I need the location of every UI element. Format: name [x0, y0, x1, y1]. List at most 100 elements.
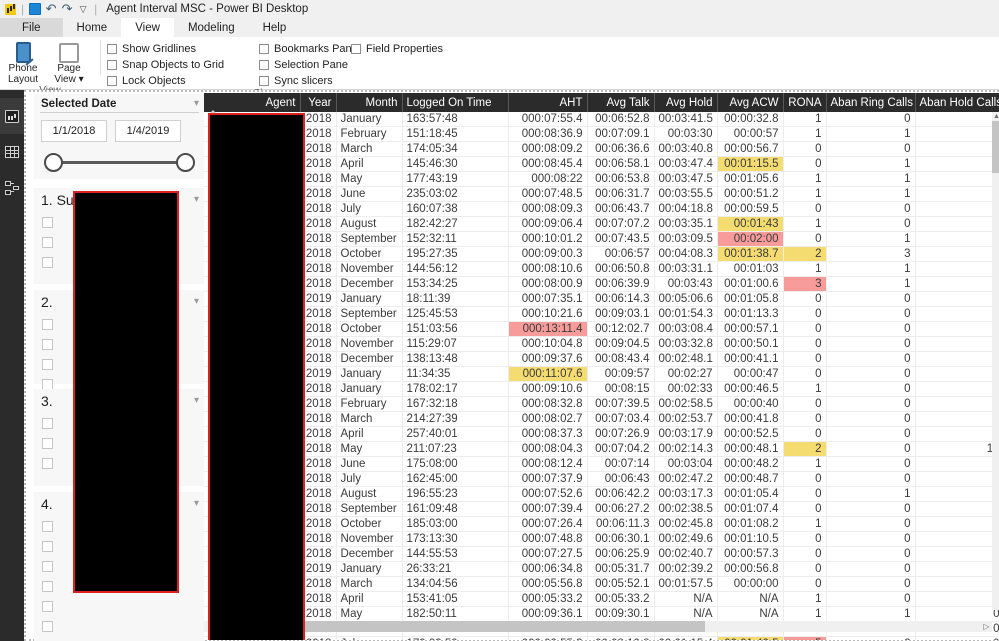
- date-end-input[interactable]: 1/4/2019: [115, 120, 181, 142]
- column-header-aban-ring-calls[interactable]: Aban Ring Calls: [826, 93, 916, 112]
- data-table[interactable]: Agent Year Month Logged On Time AHT Avg …: [204, 93, 999, 640]
- table-row[interactable]: 2018 April 145:46:30 000:08:45.4 00:06:58.1 0…: [204, 156, 999, 172]
- checkbox-box-icon[interactable]: [42, 358, 53, 370]
- list-item[interactable]: [34, 596, 205, 616]
- slicer-selected-date[interactable]: Selected Date ▾ 1/1/2018 1/4/2019: [34, 94, 205, 179]
- checkbox-box-icon[interactable]: [42, 338, 53, 350]
- table-row[interactable]: 2018 October 195:27:35 000:09:00.3 00:06:57 0…: [204, 246, 999, 262]
- table-row[interactable]: 2018 June 235:03:02 000:07:48.5 00:06:31.7 00…: [204, 186, 999, 202]
- horizontal-scrollbar[interactable]: [204, 621, 992, 632]
- checkbox-box-icon[interactable]: [107, 76, 117, 86]
- customize-qat-icon[interactable]: ▽: [75, 2, 91, 16]
- table-row[interactable]: 2018 December 138:13:48 000:09:37.6 00:08:43…: [204, 351, 999, 367]
- rail-item-report-view[interactable]: [0, 98, 24, 134]
- checkbox-selection-pane[interactable]: Selection Pane: [259, 58, 348, 72]
- table-row[interactable]: 2018 May 182:50:11 000:09:36.1 00:09:30.1 N/A…: [204, 606, 999, 622]
- table-row[interactable]: 2018 May 211:07:23 000:08:04.3 00:07:04.2 00:…: [204, 441, 999, 457]
- checkbox-box-icon[interactable]: [351, 44, 361, 54]
- table-row[interactable]: 2018 January 163:57:48 000:07:55.4 00:06:52.…: [204, 112, 999, 127]
- checkbox-box-icon[interactable]: [42, 580, 53, 592]
- column-header-month[interactable]: Month: [336, 93, 403, 112]
- table-row[interactable]: 2018July179:03:59000:09:55.300:08:10.800…: [204, 636, 999, 640]
- table-row[interactable]: 2018 February 151:18:45 000:08:36.9 00:07:09…: [204, 126, 999, 142]
- checkbox-box-icon[interactable]: [42, 520, 53, 532]
- vertical-scrollbar[interactable]: [992, 121, 999, 610]
- tab-home[interactable]: Home: [63, 18, 122, 37]
- table-row[interactable]: 2018 October 151:03:56 000:13:11.4 00:12:02.…: [204, 321, 999, 337]
- checkbox-box-icon[interactable]: [107, 60, 117, 70]
- tab-view[interactable]: View: [121, 18, 174, 37]
- column-header-avg-acw[interactable]: Avg ACW: [717, 93, 784, 112]
- checkbox-box-icon[interactable]: [42, 620, 53, 632]
- table-row[interactable]: 2018 March 174:05:34 000:08:09.2 00:06:36.6 0…: [204, 141, 999, 157]
- vertical-scroll-thumb[interactable]: [992, 121, 999, 173]
- column-header-avg-talk[interactable]: Avg Talk: [587, 93, 655, 112]
- table-row[interactable]: 2018 September 161:09:48 000:07:39.4 00:06:2…: [204, 501, 999, 517]
- redo-icon[interactable]: ↷: [59, 1, 75, 16]
- checkbox-sync-slicers[interactable]: Sync slicers: [259, 74, 345, 88]
- checkbox-box-icon[interactable]: [42, 256, 53, 268]
- checkbox-snap-objects-to-grid[interactable]: Snap Objects to Grid: [107, 58, 253, 72]
- checkbox-show-gridlines[interactable]: Show Gridlines: [107, 42, 253, 56]
- table-row[interactable]: 2018 October 185:03:00 000:07:26.4 00:06:11.…: [204, 516, 999, 532]
- chevron-down-icon[interactable]: ▾: [194, 297, 199, 307]
- checkbox-lock-objects[interactable]: Lock Objects: [107, 74, 253, 88]
- checkbox-box-icon[interactable]: [42, 437, 53, 449]
- table-row[interactable]: 2019 January 26:33:21 000:06:34.8 00:05:31.7…: [204, 561, 999, 577]
- checkbox-box-icon[interactable]: [107, 44, 117, 54]
- column-header-year[interactable]: Year: [300, 93, 337, 112]
- checkbox-box-icon[interactable]: [42, 560, 53, 572]
- checkbox-box-icon[interactable]: [42, 216, 53, 228]
- checkbox-box-icon[interactable]: [42, 457, 53, 469]
- checkbox-box-icon[interactable]: [259, 60, 269, 70]
- table-row[interactable]: 2018 May 177:43:19 000:08:22 00:06:53.8 00:03…: [204, 171, 999, 187]
- table-row[interactable]: 2018 April 257:40:01 000:08:37.3 00:07:26.9 0…: [204, 426, 999, 442]
- table-row[interactable]: 2018 April 153:41:05 000:05:33.2 00:05:33.2 N…: [204, 591, 999, 607]
- column-header-aban-hold-calls[interactable]: Aban Hold Calls: [915, 93, 999, 112]
- slider-handle-end[interactable]: [176, 153, 195, 172]
- checkbox-box-icon[interactable]: [42, 236, 53, 248]
- table-row[interactable]: 2018 July 162:45:00 000:07:37.9 00:06:43 00:0…: [204, 471, 999, 487]
- list-item[interactable]: [34, 616, 205, 636]
- scroll-right-arrow[interactable]: ▷: [981, 621, 992, 632]
- table-row[interactable]: 2018 March 134:04:56 000:05:56.8 00:05:52.1 0…: [204, 576, 999, 592]
- table-body[interactable]: 2018 January 163:57:48 000:07:55.4 00:06:52.…: [204, 112, 999, 640]
- table-row[interactable]: 2018 March 214:27:39 000:08:02.7 00:07:03.4 0…: [204, 411, 999, 427]
- column-header-aht[interactable]: AHT: [508, 93, 588, 112]
- checkbox-field-properties[interactable]: Field Properties: [351, 42, 465, 56]
- date-range-slider[interactable]: [44, 146, 195, 180]
- table-row[interactable]: 2018 August 196:55:23 000:07:52.6 00:06:42.2…: [204, 486, 999, 502]
- date-start-input[interactable]: 1/1/2018: [41, 120, 107, 142]
- table-visual[interactable]: Agent Year Month Logged On Time AHT Avg …: [204, 93, 999, 640]
- table-row[interactable]: 2018 June 175:08:00 000:08:12.4 00:07:14 00:0…: [204, 456, 999, 472]
- table-row[interactable]: 2018 September 125:45:53 000:10:21.6 00:09:0…: [204, 306, 999, 322]
- column-header-avg-hold[interactable]: Avg Hold: [654, 93, 718, 112]
- rail-item-model-view[interactable]: [0, 170, 24, 206]
- table-row[interactable]: 2018 September 152:32:11 000:10:01.2 00:07:4…: [204, 231, 999, 247]
- chevron-down-icon[interactable]: ▾: [76, 74, 84, 85]
- table-row[interactable]: 2018 July 160:07:38 000:08:09.3 00:06:43.7 00…: [204, 201, 999, 217]
- chevron-down-icon[interactable]: ▾: [194, 396, 199, 406]
- table-row[interactable]: 2018 November 173:13:30 000:07:48.8 00:06:30…: [204, 531, 999, 547]
- tab-modeling[interactable]: Modeling: [174, 18, 249, 37]
- slider-handle-start[interactable]: [44, 153, 63, 172]
- scroll-up-arrow[interactable]: ▲: [992, 112, 999, 121]
- save-icon[interactable]: [27, 2, 43, 16]
- checkbox-box-icon[interactable]: [259, 76, 269, 86]
- phone-layout-button[interactable]: Phone Layout: [0, 39, 46, 85]
- checkbox-box-icon[interactable]: [42, 600, 53, 612]
- checkbox-bookmarks-pane[interactable]: Bookmarks Pane: [259, 42, 358, 56]
- page-view-button[interactable]: Page View ▾: [46, 39, 92, 85]
- table-row[interactable]: 2018 December 144:55:53 000:07:27.5 00:06:25…: [204, 546, 999, 562]
- rail-item-data-view[interactable]: [0, 134, 24, 170]
- checkbox-box-icon[interactable]: [42, 540, 53, 552]
- table-row[interactable]: 2018 November 115:29:07 000:10:04.8 00:09:04…: [204, 336, 999, 352]
- tab-file[interactable]: File: [0, 18, 63, 37]
- checkbox-box-icon[interactable]: [42, 378, 53, 390]
- list-item[interactable]: [34, 636, 205, 641]
- checkbox-box-icon[interactable]: [42, 318, 53, 330]
- chevron-down-icon[interactable]: ▾: [194, 499, 199, 509]
- table-row[interactable]: 2018 December 153:34:25 000:08:00.9 00:06:39…: [204, 276, 999, 292]
- table-row[interactable]: 2019 January 18:11:39 000:07:35.1 00:06:14.3…: [204, 291, 999, 307]
- checkbox-box-icon[interactable]: [42, 417, 53, 429]
